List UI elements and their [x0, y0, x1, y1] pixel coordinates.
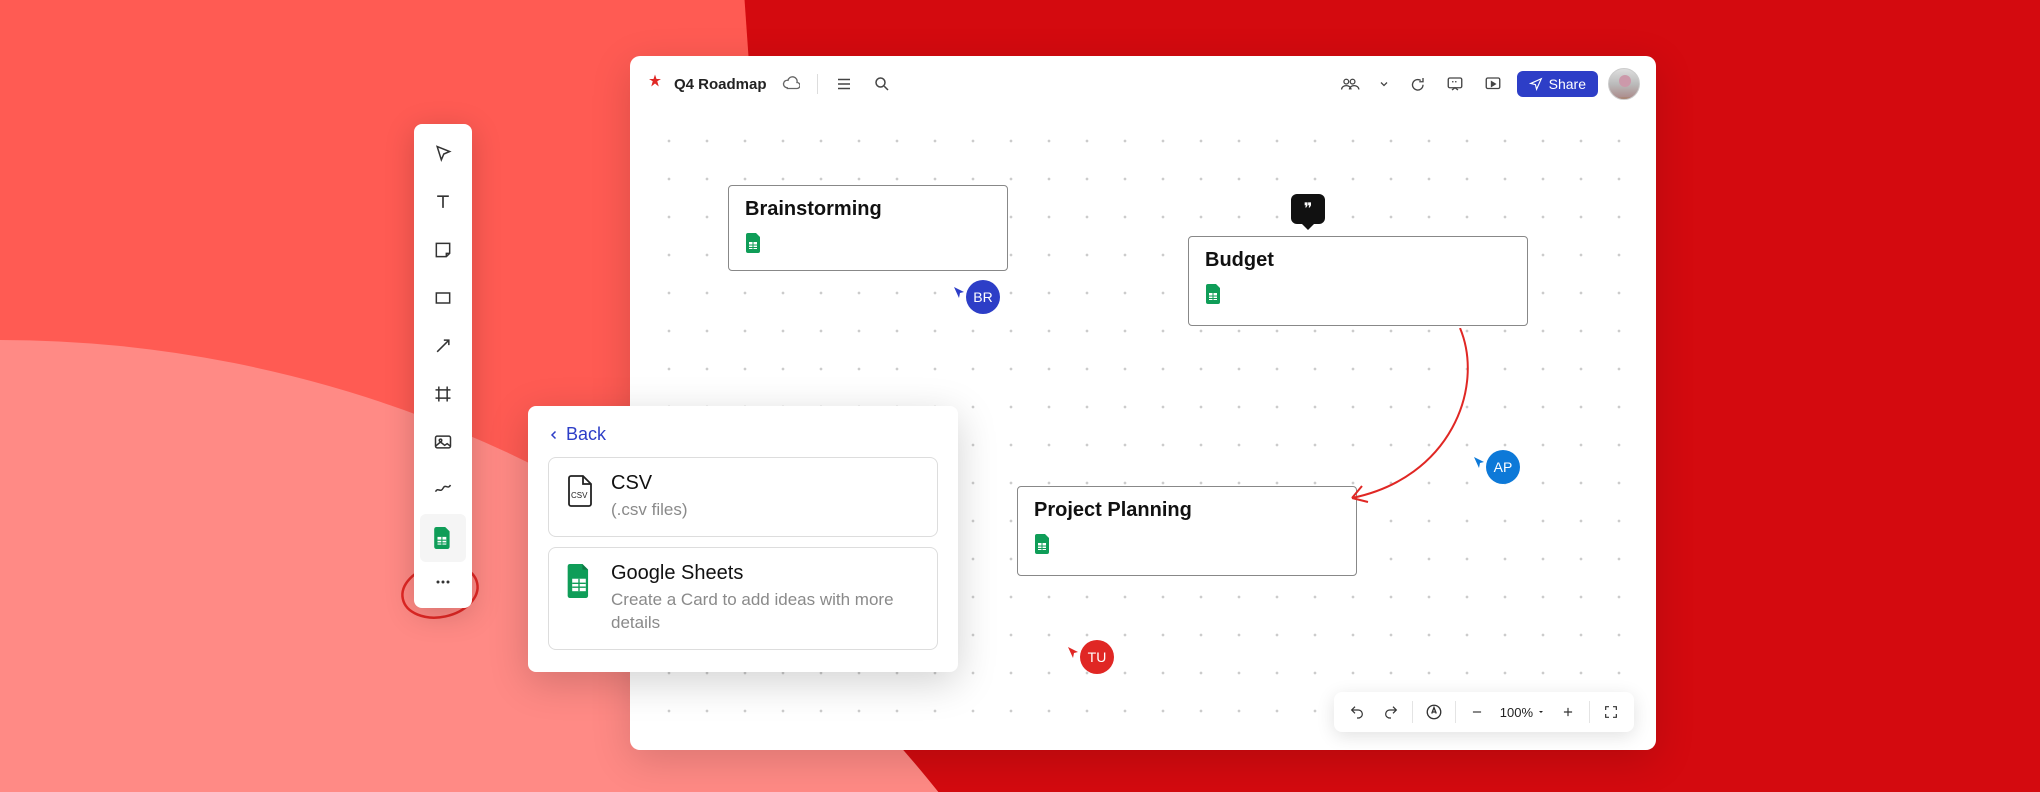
annotate-button[interactable] — [1419, 697, 1449, 727]
collaborator-cursor-br: BR — [952, 272, 1000, 314]
present-button[interactable] — [1479, 70, 1507, 98]
collaborators-button[interactable] — [1337, 70, 1365, 98]
comment-indicator[interactable]: ❞ — [1291, 194, 1325, 224]
option-title: Google Sheets — [611, 562, 921, 585]
card-project-planning[interactable]: Project Planning — [1017, 486, 1357, 576]
collaborator-badge: BR — [966, 280, 1000, 314]
csv-icon: CSV — [565, 474, 595, 508]
cloud-sync-icon[interactable] — [777, 70, 805, 98]
collaborator-cursor-tu: TU — [1066, 632, 1114, 674]
import-option-google-sheets[interactable]: Google Sheets Create a Card to add ideas… — [548, 547, 938, 650]
import-option-csv[interactable]: CSV CSV (.csv files) — [548, 457, 938, 537]
sheets-icon — [745, 233, 763, 253]
divider — [1589, 701, 1590, 723]
tool-text[interactable] — [420, 178, 466, 226]
redo-button[interactable] — [1376, 697, 1406, 727]
left-toolbar — [414, 124, 472, 608]
zoom-level[interactable]: 100% — [1496, 705, 1549, 720]
tool-more[interactable] — [420, 562, 466, 602]
tool-sheets[interactable] — [420, 514, 466, 562]
share-button[interactable]: Share — [1517, 71, 1598, 97]
collaborator-badge: TU — [1080, 640, 1114, 674]
tool-arrow[interactable] — [420, 322, 466, 370]
caret-down-icon — [1537, 708, 1545, 716]
share-icon — [1529, 77, 1543, 91]
zoom-out-button[interactable] — [1462, 697, 1492, 727]
card-title: Brainstorming — [745, 198, 991, 221]
collaborator-cursor-ap: AP — [1472, 442, 1520, 484]
sheets-icon — [565, 564, 595, 598]
tool-frame[interactable] — [420, 370, 466, 418]
zoom-value: 100% — [1500, 705, 1533, 720]
sheets-icon — [1205, 284, 1223, 304]
fullscreen-button[interactable] — [1596, 697, 1626, 727]
back-button[interactable]: Back — [548, 424, 938, 445]
tool-image[interactable] — [420, 418, 466, 466]
card-brainstorming[interactable]: Brainstorming — [728, 185, 1008, 271]
document-title: Q4 Roadmap — [674, 76, 767, 93]
card-budget[interactable]: Budget — [1188, 236, 1528, 326]
tool-shape[interactable] — [420, 274, 466, 322]
tool-select[interactable] — [420, 130, 466, 178]
back-label: Back — [566, 424, 606, 445]
card-title: Budget — [1205, 249, 1511, 272]
app-logo-icon — [646, 73, 664, 96]
divider — [1455, 701, 1456, 723]
share-button-label: Share — [1549, 76, 1586, 92]
zoom-in-button[interactable] — [1553, 697, 1583, 727]
option-subtitle: Create a Card to add ideas with more det… — [611, 589, 921, 635]
search-button[interactable] — [868, 70, 896, 98]
chat-button[interactable] — [1441, 70, 1469, 98]
divider — [1412, 701, 1413, 723]
svg-text:CSV: CSV — [571, 491, 588, 500]
option-title: CSV — [611, 472, 688, 495]
bottom-toolbar: 100% — [1334, 692, 1634, 732]
chevron-down-icon[interactable] — [1375, 70, 1393, 98]
tool-scribble[interactable] — [420, 466, 466, 514]
avatar[interactable] — [1608, 68, 1640, 100]
option-subtitle: (.csv files) — [611, 499, 688, 522]
card-title: Project Planning — [1034, 499, 1340, 522]
chevron-left-icon — [548, 427, 560, 443]
comments-button[interactable] — [1403, 70, 1431, 98]
header: Q4 Roadmap Share — [630, 56, 1656, 112]
menu-button[interactable] — [830, 70, 858, 98]
divider — [817, 74, 818, 94]
import-popup: Back CSV CSV (.csv files) Google Sheets … — [528, 406, 958, 672]
undo-button[interactable] — [1342, 697, 1372, 727]
sheets-icon — [1034, 534, 1052, 554]
tool-sticky[interactable] — [420, 226, 466, 274]
collaborator-badge: AP — [1486, 450, 1520, 484]
